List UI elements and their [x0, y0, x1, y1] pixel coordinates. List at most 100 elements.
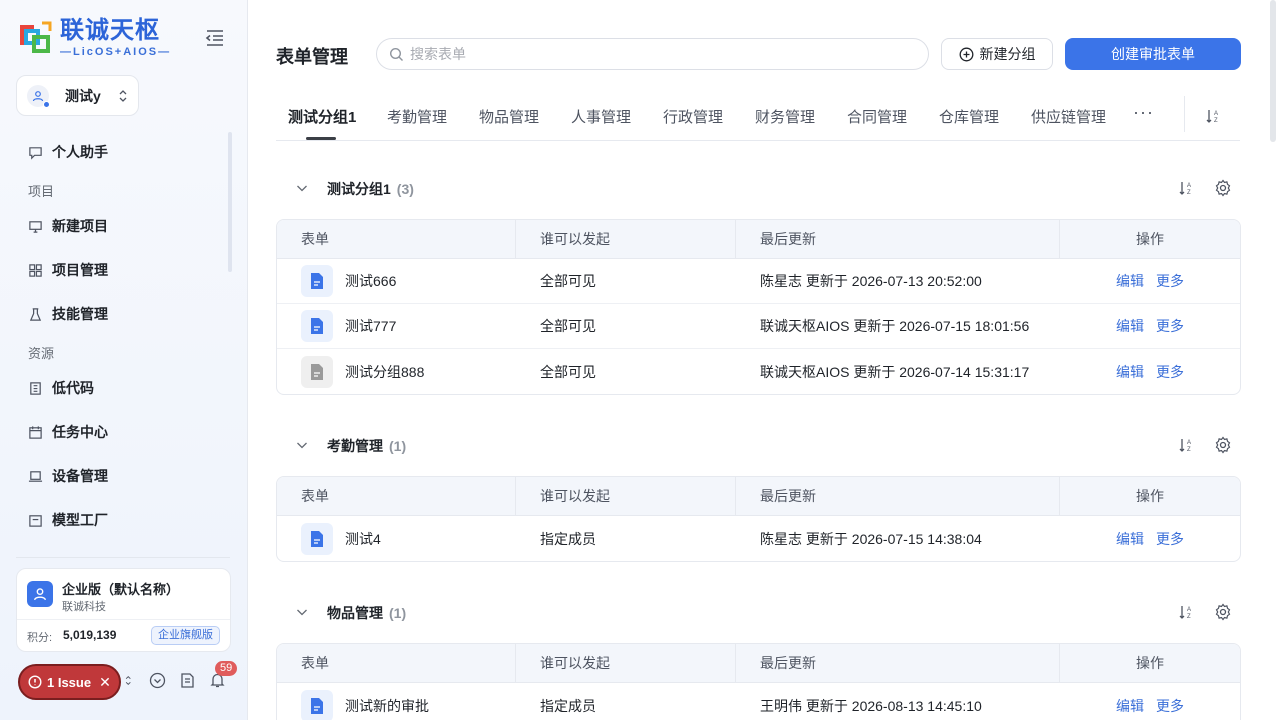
more-button[interactable]: 更多 — [1156, 696, 1184, 716]
more-tabs-icon[interactable]: ··· — [1133, 102, 1154, 123]
table-row[interactable]: 测试新的审批 指定成员 王明伟 更新于 2026-08-13 14:45:10 … — [277, 683, 1240, 720]
app: 联诚天枢 —LicOS+AIOS— 测试y 个人助手 项目 新建项目 项目管理 … — [0, 0, 1280, 720]
active-tab-indicator — [306, 137, 336, 140]
issue-label: 1 Issue — [47, 674, 92, 690]
tab-finance[interactable]: 财务管理 — [755, 106, 815, 127]
sidebar-scrollbar[interactable] — [228, 132, 232, 272]
grid-icon — [29, 263, 42, 277]
col-who: 谁可以发起 — [540, 655, 610, 671]
tab-contract[interactable]: 合同管理 — [847, 106, 907, 127]
gear-icon[interactable] — [1214, 436, 1232, 454]
form-name[interactable]: 测试新的审批 — [345, 696, 429, 716]
svg-text:A: A — [1214, 111, 1218, 117]
svg-text:A: A — [1187, 607, 1191, 613]
document-icon[interactable] — [179, 672, 196, 689]
edit-button[interactable]: 编辑 — [1116, 271, 1144, 291]
col-form: 表单 — [301, 655, 329, 671]
sidebar-item-label: 设备管理 — [52, 468, 108, 484]
table-row[interactable]: 测试分组888 全部可见 联诚天枢AIOS 更新于 2026-07-14 15:… — [277, 349, 1240, 394]
chevron-down-icon[interactable] — [296, 182, 308, 194]
tab-hr[interactable]: 人事管理 — [571, 106, 631, 127]
brand-logo[interactable]: 联诚天枢 —LicOS+AIOS— — [16, 18, 171, 58]
col-form: 表单 — [301, 231, 329, 247]
group-count: (3) — [396, 181, 414, 197]
issue-button[interactable]: 1 Issue ✕ — [18, 664, 121, 700]
document-icon — [301, 689, 333, 720]
workspace-name: 测试y — [65, 87, 101, 104]
workspace-selector[interactable]: 测试y — [16, 75, 139, 116]
monitor-icon — [29, 220, 42, 233]
forms-table: 表单 谁可以发起 最后更新 操作 测试4 指定成员 陈星志 更新于 2026-0… — [276, 476, 1241, 562]
group-name: 物品管理 — [327, 605, 383, 621]
org-card[interactable]: 企业版（默认名称） 联诚科技 积分: 5,019,139 企业旗舰版 — [16, 568, 231, 652]
tab-supply-chain[interactable]: 供应链管理 — [1031, 106, 1106, 127]
chevron-down-icon[interactable] — [296, 439, 308, 451]
sort-icon[interactable]: AZ — [1178, 180, 1194, 196]
tab-attendance[interactable]: 考勤管理 — [387, 106, 447, 127]
svg-text:A: A — [1187, 440, 1191, 446]
more-button[interactable]: 更多 — [1156, 362, 1184, 382]
chevron-down-circle-icon[interactable] — [149, 672, 166, 689]
sidebar-item-lowcode[interactable]: 低代码 — [16, 366, 232, 410]
col-ops: 操作 — [1136, 488, 1164, 504]
table-row[interactable]: 测试777 全部可见 联诚天枢AIOS 更新于 2026-07-15 18:01… — [277, 304, 1240, 349]
col-ops: 操作 — [1136, 231, 1164, 247]
calendar-icon — [29, 425, 42, 439]
sort-icon[interactable]: AZ — [1178, 437, 1194, 453]
table-row[interactable]: 测试4 指定成员 陈星志 更新于 2026-07-15 14:38:04 编辑更… — [277, 516, 1240, 561]
sidebar-item-label: 技能管理 — [52, 306, 108, 322]
edit-button[interactable]: 编辑 — [1116, 696, 1144, 716]
chevron-updown-icon[interactable] — [124, 672, 136, 689]
sidebar-item-device-mgmt[interactable]: 设备管理 — [16, 454, 232, 498]
gear-icon[interactable] — [1214, 603, 1232, 621]
chat-icon — [29, 146, 42, 160]
edit-button[interactable]: 编辑 — [1116, 362, 1144, 382]
col-form: 表单 — [301, 488, 329, 504]
tab-items[interactable]: 物品管理 — [479, 106, 539, 127]
svg-text:A: A — [1187, 183, 1191, 189]
form-visibility: 全部可见 — [540, 273, 596, 289]
close-icon[interactable]: ✕ — [99, 674, 111, 691]
create-form-button[interactable]: 创建审批表单 — [1065, 38, 1241, 70]
form-name[interactable]: 测试777 — [345, 316, 396, 336]
form-name[interactable]: 测试666 — [345, 271, 396, 291]
new-group-button[interactable]: 新建分组 — [941, 38, 1053, 70]
edit-button[interactable]: 编辑 — [1116, 529, 1144, 549]
collapse-sidebar-icon[interactable] — [204, 28, 226, 48]
form-visibility: 全部可见 — [540, 318, 596, 334]
workspace-avatar — [27, 84, 50, 108]
sidebar-item-task-center[interactable]: 任务中心 — [16, 410, 232, 454]
search-box[interactable] — [376, 38, 929, 70]
sidebar-item-assistant[interactable]: 个人助手 — [16, 130, 232, 174]
sidebar-item-new-project[interactable]: 新建项目 — [16, 204, 232, 248]
more-button[interactable]: 更多 — [1156, 316, 1184, 336]
sidebar-item-project-mgmt[interactable]: 项目管理 — [16, 248, 232, 292]
tab-warehouse[interactable]: 仓库管理 — [939, 106, 999, 127]
sidebar-item-model-factory[interactable]: 模型工厂 — [16, 498, 232, 542]
sort-icon[interactable]: AZ — [1178, 604, 1194, 620]
search-icon — [389, 47, 403, 61]
org-name: 企业版（默认名称） — [62, 582, 180, 597]
form-name[interactable]: 测试分组888 — [345, 362, 424, 382]
form-updated: 陈星志 更新于 2026-07-13 20:52:00 — [760, 273, 982, 289]
group-header: 考勤管理 (1) AZ — [276, 430, 1240, 460]
chevron-down-icon[interactable] — [296, 606, 308, 618]
edit-button[interactable]: 编辑 — [1116, 316, 1144, 336]
flask-icon — [29, 307, 42, 321]
forms-table: 表单 谁可以发起 最后更新 操作 测试666 全部可见 陈星志 更新于 2026… — [276, 219, 1241, 395]
gear-icon[interactable] — [1214, 179, 1232, 197]
sidebar-item-skill-mgmt[interactable]: 技能管理 — [16, 292, 232, 336]
search-input[interactable] — [410, 46, 910, 62]
document-icon — [301, 355, 333, 388]
logo-mark-icon — [20, 21, 52, 53]
page-scrollbar[interactable] — [1270, 0, 1276, 142]
table-row[interactable]: 测试666 全部可见 陈星志 更新于 2026-07-13 20:52:00 编… — [277, 259, 1240, 304]
form-name[interactable]: 测试4 — [345, 529, 381, 549]
sidebar-item-label: 任务中心 — [52, 424, 108, 440]
sidebar-item-label: 项目管理 — [52, 262, 108, 278]
sort-icon[interactable]: AZ — [1205, 108, 1221, 124]
tab-group-1[interactable]: 测试分组1 — [288, 106, 356, 127]
tab-admin[interactable]: 行政管理 — [663, 106, 723, 127]
more-button[interactable]: 更多 — [1156, 271, 1184, 291]
more-button[interactable]: 更多 — [1156, 529, 1184, 549]
